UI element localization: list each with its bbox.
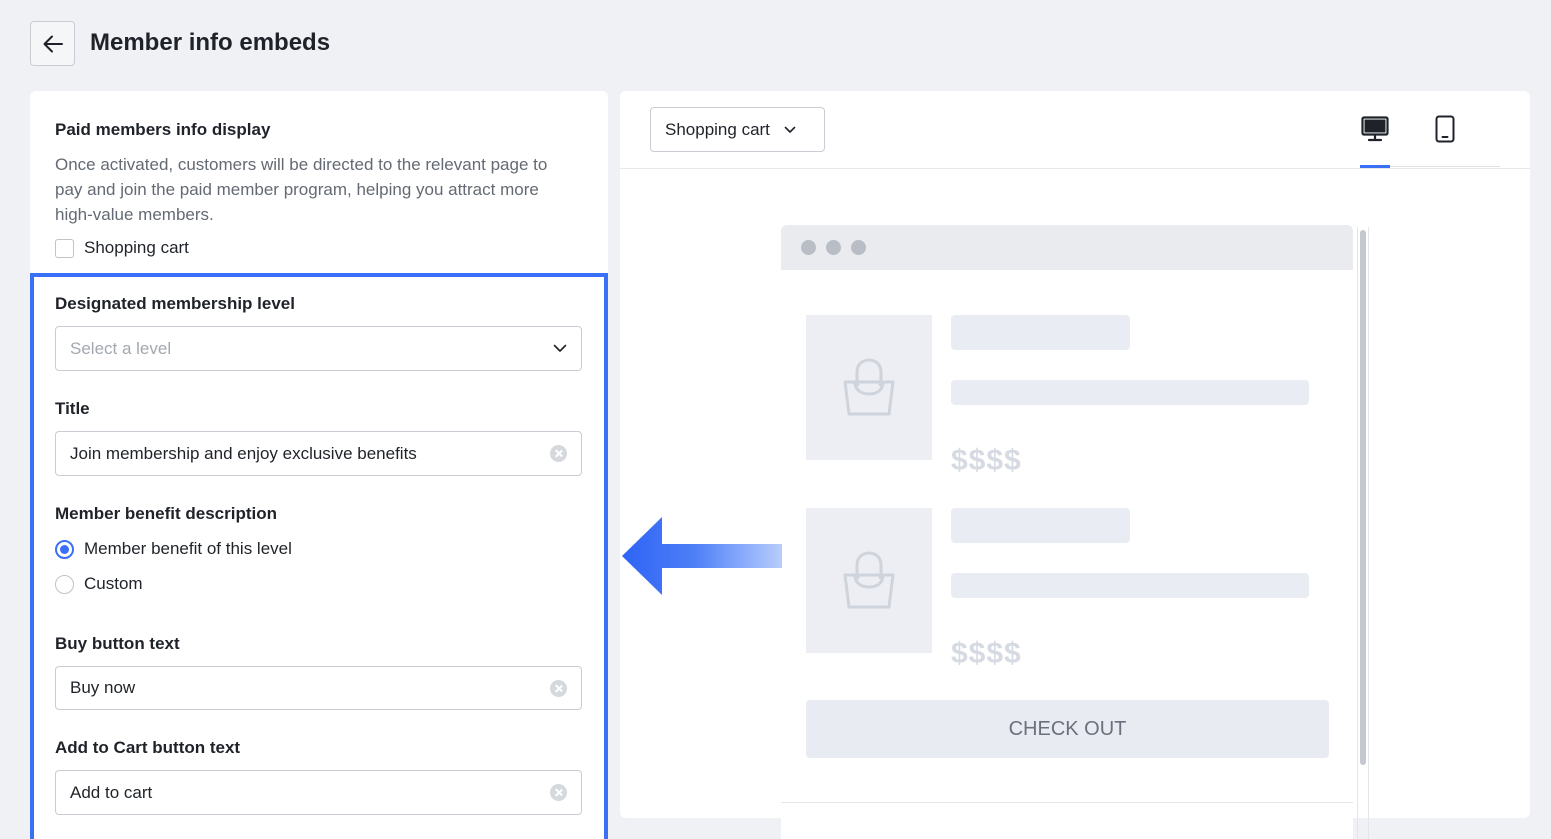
mobile-view-button[interactable] xyxy=(1430,113,1460,145)
shopping-bag-icon xyxy=(843,357,895,415)
product-price: $$$$ xyxy=(951,444,1022,477)
product-image-placeholder xyxy=(806,315,932,460)
arrow-left-indicator-icon xyxy=(622,517,782,595)
product-image-placeholder xyxy=(806,508,932,653)
shopping-bag-icon xyxy=(843,550,895,608)
browser-divider xyxy=(781,802,1353,803)
radio-label: Custom xyxy=(84,574,143,593)
clear-icon[interactable] xyxy=(550,445,567,462)
scrollbar-thumb[interactable] xyxy=(1360,230,1366,765)
radio-member-benefit[interactable]: Member benefit of this level xyxy=(55,539,292,559)
membership-level-label: Designated membership level xyxy=(55,294,295,313)
desktop-view-button[interactable] xyxy=(1360,113,1390,145)
membership-level-select[interactable]: Select a level xyxy=(55,326,582,371)
benefit-description-label: Member benefit description xyxy=(55,504,277,523)
radio-custom[interactable]: Custom xyxy=(55,574,143,594)
back-button[interactable] xyxy=(30,21,75,66)
membership-level-placeholder: Select a level xyxy=(70,338,172,358)
arrow-left-icon xyxy=(43,35,63,52)
window-dot xyxy=(801,240,816,255)
shopping-cart-checkbox[interactable]: Shopping cart xyxy=(55,238,189,258)
checkbox-box[interactable] xyxy=(55,238,74,258)
toolbar-divider xyxy=(620,168,1530,169)
radio-label: Member benefit of this level xyxy=(84,539,292,558)
chevron-down-icon xyxy=(553,344,567,352)
buy-button-text-label: Buy button text xyxy=(55,634,180,653)
radio-button-checked[interactable] xyxy=(55,539,74,559)
desktop-icon xyxy=(1361,116,1389,142)
section-description: Once activated, customers will be direct… xyxy=(55,155,548,224)
section-title: Paid members info display xyxy=(55,120,271,139)
chevron-down-icon xyxy=(784,126,796,133)
clear-icon[interactable] xyxy=(550,784,567,801)
buy-button-text-value: Buy now xyxy=(70,678,136,697)
page-title: Member info embeds xyxy=(90,29,331,56)
preview-page-select[interactable]: Shopping cart xyxy=(650,107,825,152)
checkbox-label: Shopping cart xyxy=(84,238,189,257)
mobile-icon xyxy=(1435,115,1455,143)
preview-page-select-value: Shopping cart xyxy=(665,119,770,139)
title-label: Title xyxy=(55,399,90,418)
product-title-skeleton xyxy=(951,508,1130,543)
browser-title-bar xyxy=(781,225,1353,270)
buy-button-text-input[interactable]: Buy now xyxy=(55,666,582,710)
checkout-button[interactable]: CHECK OUT xyxy=(806,700,1329,758)
window-dot xyxy=(826,240,841,255)
add-to-cart-text-value: Add to cart xyxy=(70,782,153,802)
title-input-value: Join membership and enjoy exclusive bene… xyxy=(70,443,417,463)
product-desc-skeleton xyxy=(951,380,1309,405)
title-input[interactable]: Join membership and enjoy exclusive bene… xyxy=(55,431,582,476)
radio-button[interactable] xyxy=(55,574,74,594)
product-price: $$$$ xyxy=(951,637,1022,670)
active-device-indicator xyxy=(1360,165,1390,168)
product-title-skeleton xyxy=(951,315,1130,350)
add-to-cart-text-input[interactable]: Add to cart xyxy=(55,770,582,815)
window-dot xyxy=(851,240,866,255)
product-desc-skeleton xyxy=(951,573,1309,598)
add-to-cart-text-label: Add to Cart button text xyxy=(55,738,241,757)
clear-icon[interactable] xyxy=(550,679,567,697)
